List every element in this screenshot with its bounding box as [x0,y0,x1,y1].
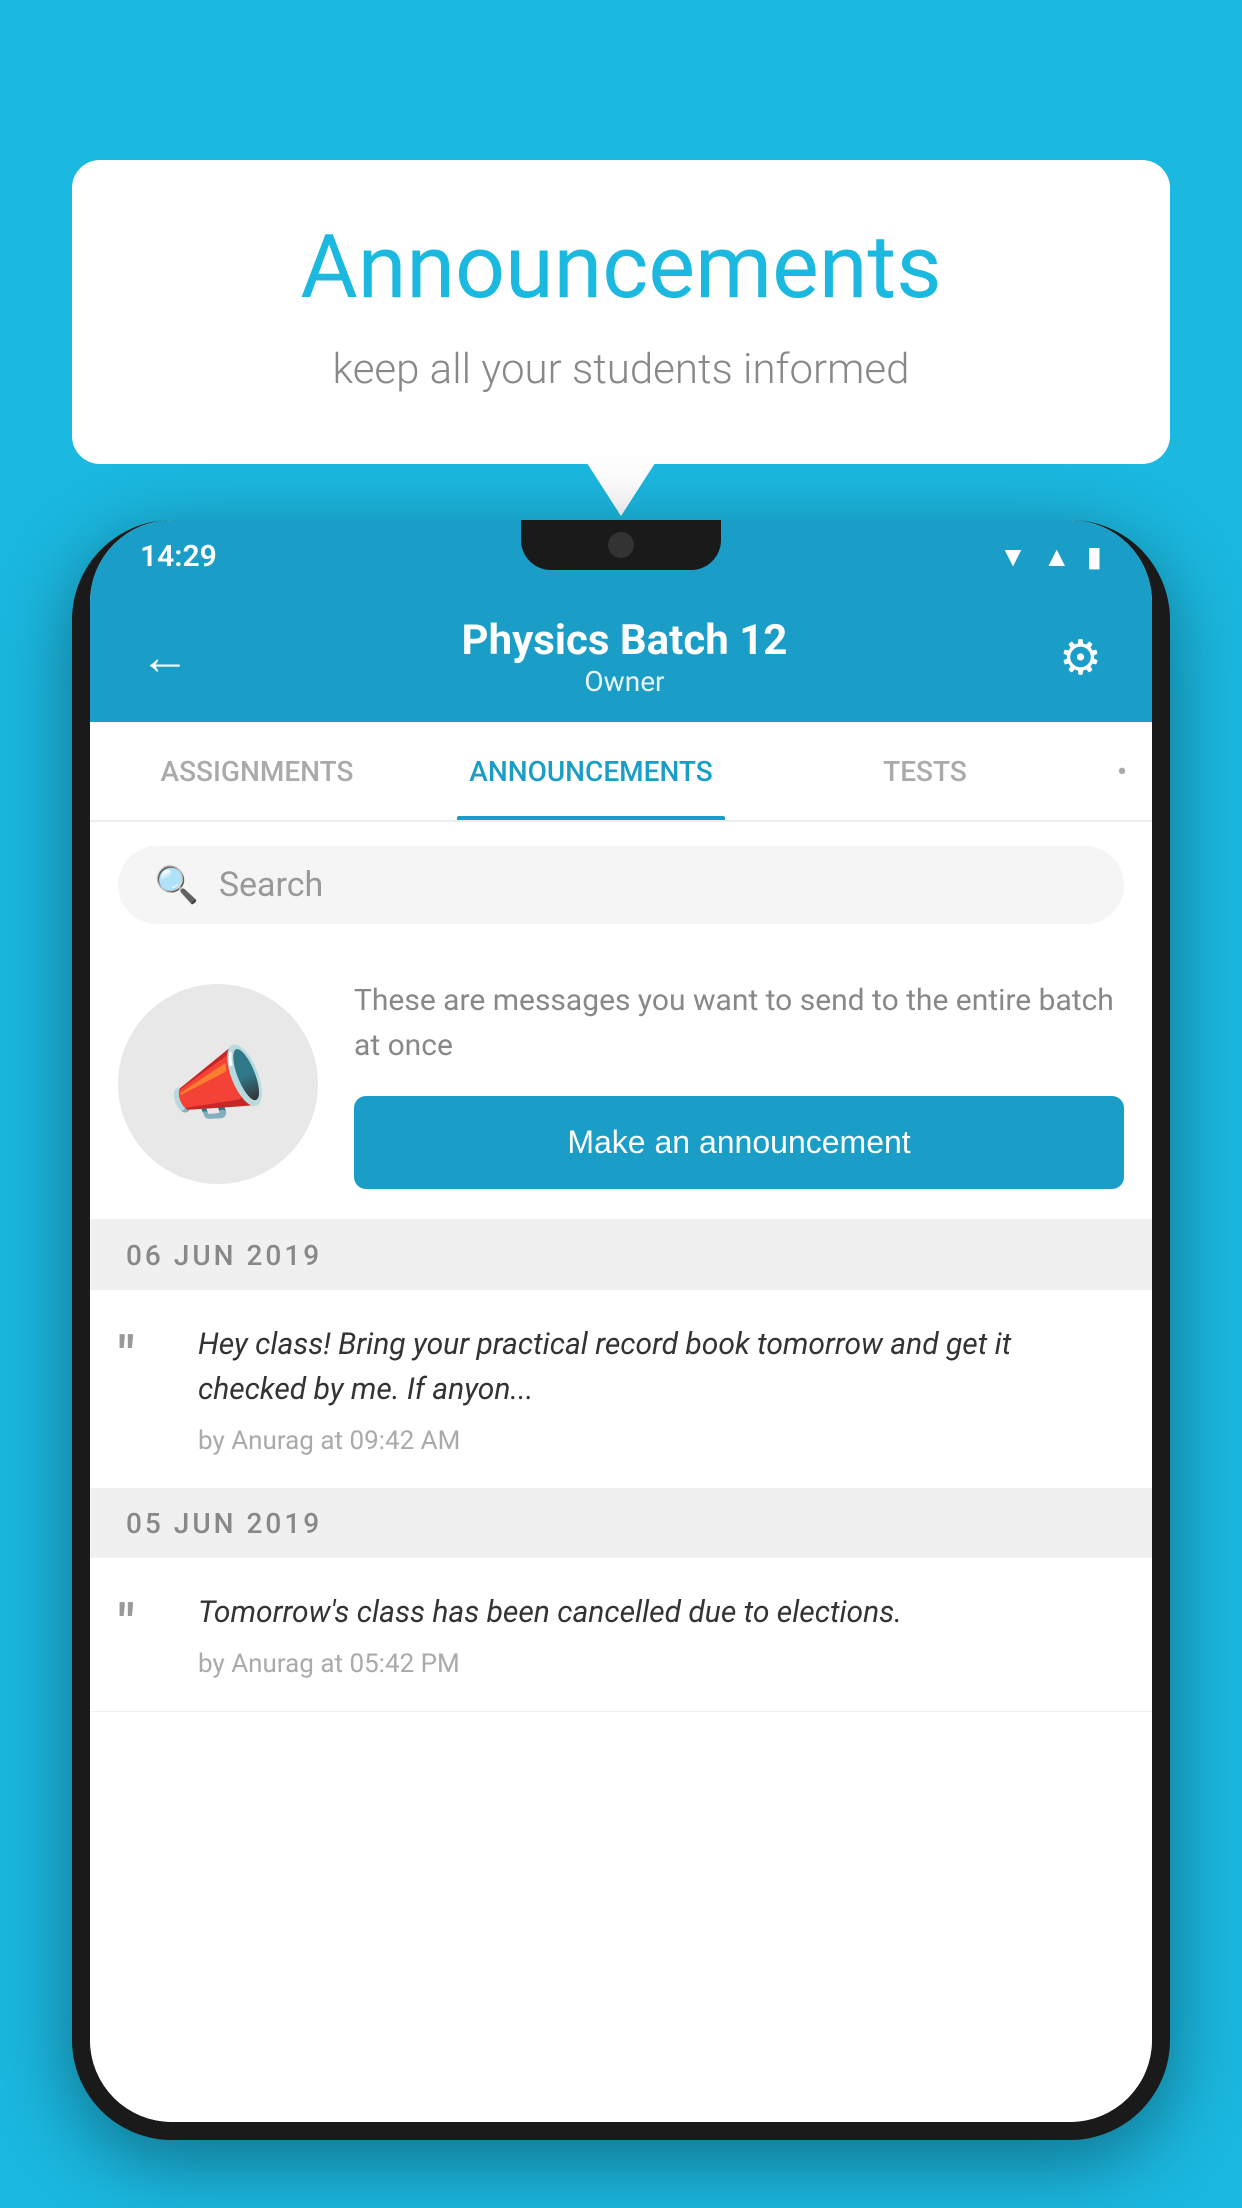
announcement-content-1: Hey class! Bring your practical record b… [198,1322,1124,1456]
quote-icon-2: " [118,1590,170,1650]
promo-icon-circle: 📣 [118,984,318,1184]
tab-more[interactable]: • [1092,722,1152,820]
speech-bubble-title: Announcements [152,220,1090,317]
app-header: ← Physics Batch 12 Owner ⚙ [90,592,1152,722]
announcement-meta-1: by Anurag at 09:42 AM [198,1426,1124,1456]
speech-bubble-container: Announcements keep all your students inf… [72,160,1170,464]
settings-icon[interactable]: ⚙ [1059,629,1102,686]
promo-section: 📣 These are messages you want to send to… [90,948,1152,1221]
phone-screen: 14:29 ▼ ▲ ▮ ← Physics Batch 12 Owner ⚙ [90,520,1152,2122]
date-separator-1: 06 JUN 2019 [90,1221,1152,1290]
phone-wrapper: 14:29 ▼ ▲ ▮ ← Physics Batch 12 Owner ⚙ [72,520,1170,2208]
tab-announcements[interactable]: ANNOUNCEMENTS [424,722,758,820]
search-bar[interactable]: 🔍 Search [118,846,1124,924]
megaphone-icon: 📣 [168,1037,268,1131]
announcement-content-2: Tomorrow's class has been cancelled due … [198,1590,1124,1679]
header-center: Physics Batch 12 Owner [462,616,788,698]
wifi-icon: ▼ [999,540,1027,573]
phone-notch [521,520,721,570]
tab-bar: ASSIGNMENTS ANNOUNCEMENTS TESTS • [90,722,1152,822]
promo-right: These are messages you want to send to t… [354,978,1124,1189]
phone-device: 14:29 ▼ ▲ ▮ ← Physics Batch 12 Owner ⚙ [72,520,1170,2140]
promo-description: These are messages you want to send to t… [354,978,1124,1068]
speech-bubble: Announcements keep all your students inf… [72,160,1170,464]
search-placeholder: Search [219,865,323,905]
header-title: Physics Batch 12 [462,616,788,665]
make-announcement-button[interactable]: Make an announcement [354,1096,1124,1189]
announcement-item-1[interactable]: " Hey class! Bring your practical record… [90,1290,1152,1489]
announcement-text-1: Hey class! Bring your practical record b… [198,1322,1124,1412]
speech-bubble-subtitle: keep all your students informed [152,345,1090,394]
announcement-meta-2: by Anurag at 05:42 PM [198,1649,1124,1679]
status-time: 14:29 [140,539,217,574]
signal-icon: ▲ [1043,540,1071,573]
search-icon: 🔍 [154,864,199,906]
back-button[interactable]: ← [140,628,190,687]
tab-tests[interactable]: TESTS [758,722,1092,820]
announcement-text-2: Tomorrow's class has been cancelled due … [198,1590,1124,1635]
status-icons: ▼ ▲ ▮ [999,540,1102,573]
date-separator-2: 05 JUN 2019 [90,1489,1152,1558]
quote-icon-1: " [118,1322,170,1382]
front-camera [608,532,634,558]
tab-assignments[interactable]: ASSIGNMENTS [90,722,424,820]
announcement-item-2[interactable]: " Tomorrow's class has been cancelled du… [90,1558,1152,1712]
battery-icon: ▮ [1087,540,1102,573]
header-subtitle: Owner [462,665,788,698]
content-area: 🔍 Search 📣 These are messages you want t… [90,822,1152,2122]
